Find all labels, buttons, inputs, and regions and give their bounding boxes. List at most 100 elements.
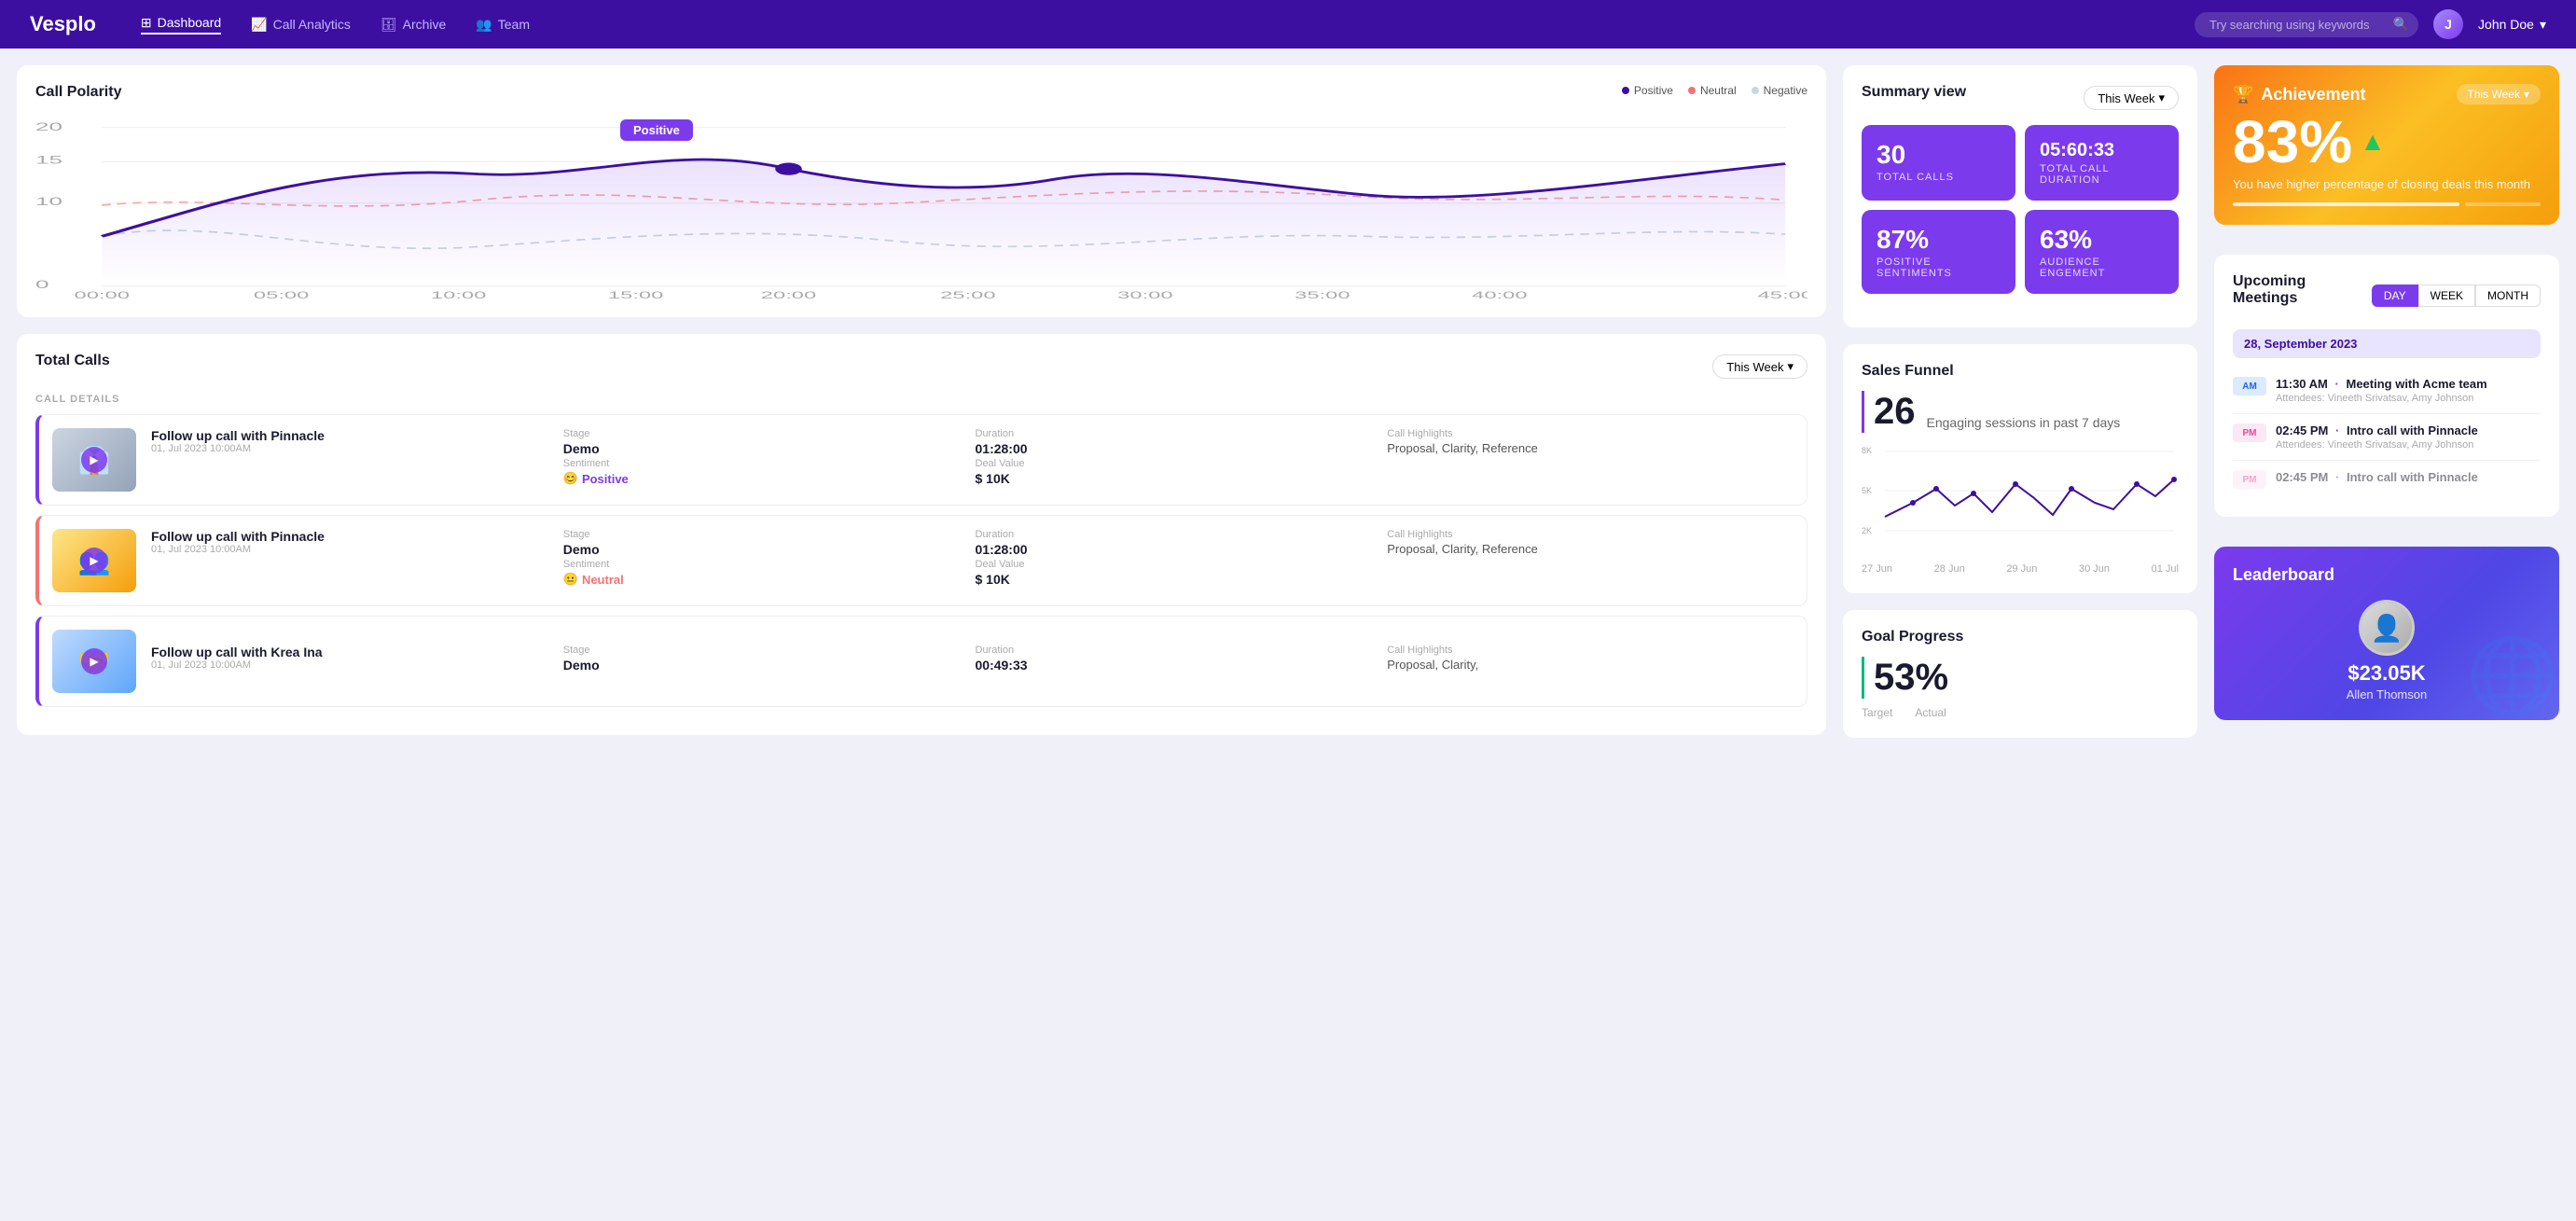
bar-empty — [2465, 202, 2541, 206]
meeting-time: 11:30 AM · Meeting with Acme team — [2276, 377, 2541, 391]
svg-text:45:00: 45:00 — [1758, 289, 1807, 298]
sales-funnel-title: Sales Funnel — [1862, 363, 2179, 380]
total-calls-card: Total Calls This Week ▾ CALL DETAILS 👔 ▶… — [17, 334, 1826, 735]
bar-filled — [2233, 202, 2459, 206]
total-calls-title: Total Calls — [35, 353, 110, 369]
summary-week-select[interactable]: This Week ▾ — [2084, 86, 2179, 110]
play-button[interactable]: ▶ — [81, 648, 107, 674]
play-button[interactable]: ▶ — [81, 447, 107, 473]
call-thumbnail: 👥 ▶ — [52, 529, 136, 592]
svg-text:05:00: 05:00 — [254, 289, 309, 298]
meeting-item: PM 02:45 PM · Intro call with Pinnacle A… — [2233, 414, 2541, 461]
analytics-icon: 📈 — [251, 17, 267, 33]
goal-percentage: 53% — [1862, 657, 1948, 699]
svg-text:25:00: 25:00 — [940, 289, 995, 298]
meeting-time: 02:45 PM · Intro call with Pinnacle — [2276, 423, 2541, 437]
chevron-down-icon: ▾ — [1787, 359, 1794, 374]
call-highlights-col: Call Highlights Proposal, Clarity, Refer… — [1387, 529, 1794, 587]
trophy-icon: 🏆 — [2233, 85, 2253, 104]
call-date: 01, Jul 2023 10:00AM — [151, 659, 558, 671]
meeting-item: AM 11:30 AM · Meeting with Acme team Att… — [2233, 368, 2541, 414]
leader-amount: $23.05K — [2347, 661, 2425, 686]
funnel-count: 26 — [1862, 391, 1916, 433]
achievement-week-select[interactable]: This Week ▾ — [2457, 84, 2541, 104]
pm-badge: PM — [2233, 470, 2266, 489]
tab-week[interactable]: WEEK — [2418, 284, 2475, 307]
call-duration-col: Duration 01:28:00 Deal Value $ 10K — [976, 529, 1382, 587]
nav-team[interactable]: 👥 Team — [476, 15, 530, 35]
call-row: 👔 ▶ Follow up call with Pinnacle 01, Jul… — [35, 414, 1807, 506]
meetings-title: Upcoming Meetings — [2233, 273, 2372, 307]
goal-title: Goal Progress — [1862, 629, 2179, 645]
archive-icon: 🗄 — [381, 17, 397, 33]
call-info: Follow up call with Pinnacle 01, Jul 202… — [151, 529, 1794, 592]
highlights-value: Proposal, Clarity, Reference — [1387, 441, 1794, 455]
meeting-item: PM 02:45 PM · Intro call with Pinnacle — [2233, 461, 2541, 498]
nav-call-analytics[interactable]: 📈 Call Analytics — [251, 15, 351, 35]
summary-grid: 30 TOTAL CALLS 05:60:33 TOTAL CALL DURAT… — [1862, 125, 2179, 294]
meeting-attendees: Attendees: Vineeth Srivatsav, Amy Johnso… — [2276, 439, 2541, 451]
call-thumbnail: 🤝 ▶ — [52, 630, 136, 693]
summary-tile-total-calls: 30 TOTAL CALLS — [1862, 125, 2015, 201]
svg-text:5K: 5K — [1862, 486, 1872, 495]
leader-avatar: 👤 — [2359, 600, 2415, 656]
search-input[interactable] — [2195, 12, 2418, 37]
funnel-dates: 27 Jun 28 Jun 29 Jun 30 Jun 01 Jul — [1862, 563, 2179, 575]
stage-label: Stage — [563, 428, 970, 439]
meetings-tabs: DAY WEEK MONTH — [2372, 284, 2541, 307]
search-wrap: 🔍 — [2195, 12, 2418, 37]
total-calls-week-select[interactable]: This Week ▾ — [1712, 354, 1807, 379]
call-row: 🤝 ▶ Follow up call with Krea Ina 01, Jul… — [35, 616, 1807, 707]
sentiment-neutral: 😐 Neutral — [563, 572, 970, 587]
svg-text:30:00: 30:00 — [1117, 289, 1172, 298]
meeting-dot: · — [2335, 470, 2339, 484]
svg-text:15: 15 — [35, 154, 62, 166]
meetings-header: Upcoming Meetings DAY WEEK MONTH — [2233, 273, 2541, 318]
leader-name: Allen Thomson — [2347, 687, 2427, 701]
meeting-dot: · — [2335, 423, 2339, 437]
svg-text:40:00: 40:00 — [1472, 289, 1527, 298]
nav-archive[interactable]: 🗄 Archive — [381, 15, 446, 35]
leaderboard-title: Leaderboard — [2233, 565, 2541, 585]
positive-label: Positive — [620, 119, 693, 141]
call-duration-col: Duration 01:28:00 Deal Value $ 10K — [976, 428, 1382, 486]
svg-text:35:00: 35:00 — [1295, 289, 1350, 298]
summary-view-card: Summary view This Week ▾ 30 TOTAL CALLS … — [1843, 65, 2197, 327]
team-icon: 👥 — [476, 17, 492, 33]
user-name[interactable]: John Doe ▾ — [2478, 17, 2546, 33]
deal-label: Deal Value — [976, 458, 1382, 469]
svg-text:2K: 2K — [1862, 526, 1872, 535]
svg-text:8K: 8K — [1862, 446, 1872, 455]
page-content: Call Polarity Positive Neutral Negative — [0, 49, 2576, 755]
goal-bar-labels: Target Actual — [1862, 706, 2179, 719]
polarity-chart: Positive 20 15 10 0 — [35, 112, 1807, 298]
call-thumbnail: 👔 ▶ — [52, 428, 136, 492]
right-column: 🏆 Achievement This Week ▾ 83% ▲ You have… — [2214, 65, 2559, 738]
negative-dot — [1752, 87, 1759, 94]
svg-text:0: 0 — [35, 279, 49, 291]
call-details-label: CALL DETAILS — [35, 394, 1807, 405]
navbar: Vesplo ⊞ Dashboard 📈 Call Analytics 🗄 Ar… — [0, 0, 2576, 49]
tab-day[interactable]: DAY — [2372, 284, 2418, 307]
neutral-dot — [1688, 87, 1696, 94]
achievement-card: 🏆 Achievement This Week ▾ 83% ▲ You have… — [2214, 65, 2559, 225]
search-icon: 🔍 — [2393, 17, 2409, 33]
goal-progress-card: Goal Progress 53% Target Actual — [1843, 610, 2197, 738]
meeting-details: 02:45 PM · Intro call with Pinnacle — [2276, 470, 2541, 489]
call-stage-col: Stage Demo Sentiment 😐 Neutral — [563, 529, 970, 587]
highlights-label: Call Highlights — [1387, 428, 1794, 439]
svg-text:15:00: 15:00 — [608, 289, 663, 298]
tab-month[interactable]: MONTH — [2475, 284, 2541, 307]
svg-text:00:00: 00:00 — [75, 289, 130, 298]
achievement-title: 🏆 Achievement — [2233, 85, 2365, 104]
sentiment-value: 😊 Positive — [563, 471, 970, 486]
call-info: Follow up call with Krea Ina 01, Jul 202… — [151, 645, 1794, 678]
logo: Vesplo — [30, 12, 96, 36]
summary-tile-positive-sentiment: 87% POSITIVE SENTIMENTS — [1862, 210, 2015, 294]
play-button[interactable]: ▶ — [81, 548, 107, 574]
upcoming-meetings-card: Upcoming Meetings DAY WEEK MONTH 28, Sep… — [2214, 255, 2559, 517]
chevron-down-icon: ▾ — [2524, 88, 2529, 101]
total-calls-header: Total Calls This Week ▾ — [35, 353, 1807, 381]
call-stage-col: Stage Demo Sentiment 😊 Positive — [563, 428, 970, 486]
nav-dashboard[interactable]: ⊞ Dashboard — [141, 15, 221, 35]
